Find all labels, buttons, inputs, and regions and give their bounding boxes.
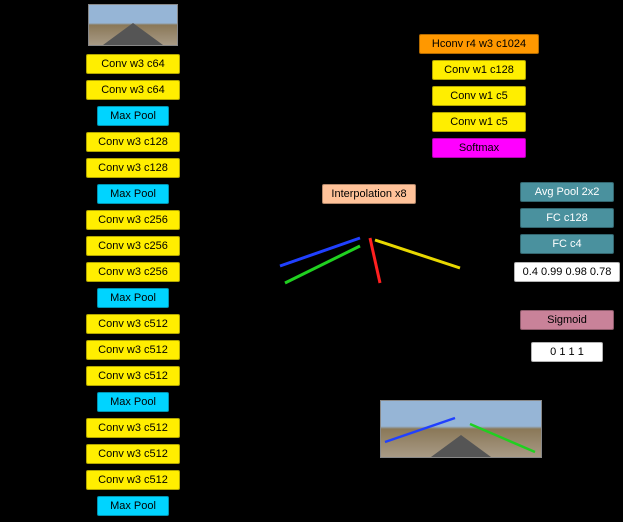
seg-head-block-4: Softmax [432,138,526,158]
seg-head-block-3: Conv w1 c5 [432,112,526,132]
backbone-block-0: Conv w3 c64 [86,54,180,74]
backbone-block-5: Max Pool [97,184,169,204]
cls-head-block-0: Avg Pool 2x2 [520,182,614,202]
seg-head-block-1: Conv w1 c128 [432,60,526,80]
backbone-block-1: Conv w3 c64 [86,80,180,100]
backbone-block-16: Conv w3 c512 [86,470,180,490]
input-image [88,4,178,46]
backbone-block-13: Max Pool [97,392,169,412]
backbone-block-17: Max Pool [97,496,169,516]
backbone-block-4: Conv w3 c128 [86,158,180,178]
backbone-block-8: Conv w3 c256 [86,262,180,282]
cls-head-block-3: 0.4 0.99 0.98 0.78 [514,262,620,282]
cls-head-block-2: FC c4 [520,234,614,254]
backbone-block-9: Max Pool [97,288,169,308]
backbone-block-6: Conv w3 c256 [86,210,180,230]
seg-head-block-0: Hconv r4 w3 c1024 [419,34,539,54]
cls-head-block-5: 0 1 1 1 [531,342,603,362]
backbone-block-12: Conv w3 c512 [86,366,180,386]
backbone-block-15: Conv w3 c512 [86,444,180,464]
output-lane-overlay [380,400,540,456]
backbone-block-10: Conv w3 c512 [86,314,180,334]
backbone-block-2: Max Pool [97,106,169,126]
cls-head-block-1: FC c128 [520,208,614,228]
seg-head-block-2: Conv w1 c5 [432,86,526,106]
backbone-block-7: Conv w3 c256 [86,236,180,256]
backbone-block-11: Conv w3 c512 [86,340,180,360]
backbone-block-3: Conv w3 c128 [86,132,180,152]
interpolation-block: Interpolation x8 [322,184,416,204]
backbone-block-14: Conv w3 c512 [86,418,180,438]
cls-head-block-4: Sigmoid [520,310,614,330]
lane-segmentation-output [270,228,470,308]
